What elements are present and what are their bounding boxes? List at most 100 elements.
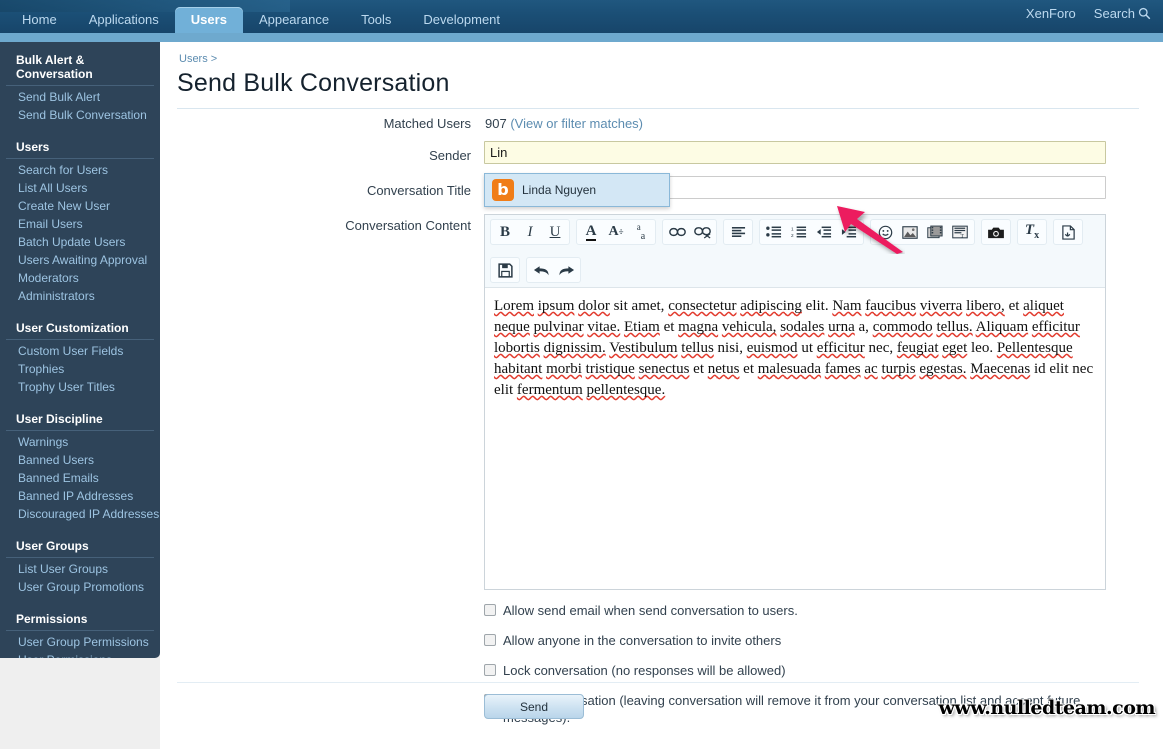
- tab-users[interactable]: Users: [174, 7, 243, 33]
- title-divider: [177, 108, 1139, 109]
- editor-word: consectetur: [668, 298, 737, 314]
- checkbox-label-allow-invite-others[interactable]: Allow anyone in the conversation to invi…: [503, 632, 781, 649]
- numbered-list-icon[interactable]: 12: [787, 221, 811, 243]
- bold-icon[interactable]: B: [493, 221, 517, 243]
- indent-icon[interactable]: [837, 221, 861, 243]
- sender-autocomplete-dropdown: b Linda Nguyen: [484, 173, 670, 207]
- toolbar-group: [526, 257, 581, 283]
- editor-word: Maecenas: [970, 361, 1031, 377]
- sidebar-group: Users Search for Users List All Users Creat…: [0, 137, 160, 305]
- text-align-icon[interactable]: [726, 221, 750, 243]
- editor-word: senectus: [638, 361, 690, 377]
- sidebar-item-email-users[interactable]: Email Users: [0, 215, 160, 233]
- editor-word: aliquet: [1023, 298, 1064, 314]
- svg-text:2: 2: [791, 233, 794, 238]
- toolbar-group: [662, 219, 717, 245]
- toolbar-group: BIU: [490, 219, 570, 245]
- autocomplete-item[interactable]: b Linda Nguyen: [485, 174, 669, 206]
- sidebar-item-send-bulk-conversation[interactable]: Send Bulk Conversation: [0, 106, 160, 124]
- main-content: Users > Send Bulk Conversation Matched U…: [160, 42, 1163, 749]
- rich-text-editor: B I U A A÷ aa 1 2 T Tx Lorem ipsum dolor sit amet…: [484, 214, 1106, 590]
- redo-icon[interactable]: [554, 259, 578, 281]
- font-family-icon[interactable]: aa: [629, 221, 653, 243]
- breadcrumb-users[interactable]: Users >: [179, 53, 217, 65]
- checkbox-label-lock-conversation[interactable]: Lock conversation (no responses will be …: [503, 662, 786, 679]
- sidebar-item-list-user-groups[interactable]: List User Groups: [0, 560, 160, 578]
- sidebar-item-banned-users[interactable]: Banned Users: [0, 451, 160, 469]
- checkbox-label-allow-send-email[interactable]: Allow send email when send conversation …: [503, 602, 798, 619]
- sidebar-group-heading: Users: [6, 137, 154, 159]
- smilie-icon[interactable]: [873, 221, 897, 243]
- checkbox-allow-invite-others[interactable]: [484, 634, 496, 646]
- editor-word: Nam: [832, 298, 862, 314]
- tab-tools[interactable]: Tools: [345, 7, 407, 33]
- top-navigation-bar: Home Applications Users Appearance Tools…: [0, 0, 1163, 33]
- remove-formatting-icon[interactable]: Tx: [1020, 221, 1044, 243]
- sidebar-item-user-group-permissions[interactable]: User Group Permissions: [0, 633, 160, 651]
- editor-word: et: [743, 361, 754, 377]
- sidebar-item-send-bulk-alert[interactable]: Send Bulk Alert: [0, 88, 160, 106]
- italic-icon[interactable]: I: [518, 221, 542, 243]
- xenforo-link[interactable]: XenForo: [1026, 6, 1076, 28]
- nav-right-group: XenForo Search: [1026, 0, 1163, 33]
- xenforo-link-label: XenForo: [1025, 5, 1076, 21]
- text-color-icon[interactable]: A: [579, 221, 603, 243]
- primary-tab-list: Home Applications Users Appearance Tools…: [6, 0, 516, 33]
- editor-word: efficitur: [1031, 319, 1080, 335]
- insert-quote-icon[interactable]: T: [948, 221, 972, 243]
- font-size-icon[interactable]: A÷: [604, 221, 628, 243]
- sidebar-group: Permissions User Group PermissionsUser Pe…: [0, 609, 160, 658]
- sidebar-item-banned-ip-addresses[interactable]: Banned IP Addresses: [0, 487, 160, 505]
- sidebar-item-banned-emails[interactable]: Banned Emails: [0, 469, 160, 487]
- camera-icon[interactable]: [984, 221, 1008, 243]
- sidebar-item-list-all-users[interactable]: List All Users: [0, 179, 160, 197]
- sidebar-group: User Discipline Warnings Banned Users Banne…: [0, 409, 160, 523]
- remove-link-icon[interactable]: [690, 221, 714, 243]
- breadcrumb[interactable]: Users >: [179, 53, 217, 65]
- sidebar-item-create-new-user[interactable]: Create New User: [0, 197, 160, 215]
- sidebar-item-trophy-user-titles[interactable]: Trophy User Titles: [0, 378, 160, 396]
- sidebar-item-discouraged-ip-addresses[interactable]: Discouraged IP Addresses: [0, 505, 160, 523]
- insert-media-icon[interactable]: [923, 221, 947, 243]
- checkbox-lock-conversation[interactable]: [484, 664, 496, 676]
- sidebar-group: User Customization Custom User Fields Trop…: [0, 318, 160, 396]
- insert-link-icon[interactable]: [665, 221, 689, 243]
- tab-home[interactable]: Home: [6, 7, 73, 33]
- tab-applications[interactable]: Applications: [73, 7, 175, 33]
- sidebar-item-administrators[interactable]: Administrators: [0, 287, 160, 305]
- toggle-bbcode-icon[interactable]: [1056, 221, 1080, 243]
- editor-word: neque: [494, 319, 530, 335]
- editor-word: urna: [828, 319, 855, 335]
- sidebar-item-search-for-users[interactable]: Search for Users: [0, 161, 160, 179]
- tab-development[interactable]: Development: [407, 7, 516, 33]
- sidebar-item-warnings[interactable]: Warnings: [0, 433, 160, 451]
- sidebar-item-user-permissions[interactable]: User Permissions: [0, 651, 160, 658]
- sidebar-item-trophies[interactable]: Trophies: [0, 360, 160, 378]
- checkbox-allow-send-email[interactable]: [484, 604, 496, 616]
- underline-icon[interactable]: U: [543, 221, 567, 243]
- watermark: www.nulledteam.com: [938, 697, 1156, 719]
- editor-word: fames: [824, 361, 861, 377]
- editor-toolbar: B I U A A÷ aa 1 2 T Tx: [485, 215, 1105, 288]
- sidebar-item-user-group-promotions[interactable]: User Group Promotions: [0, 578, 160, 596]
- sidebar-item-users-awaiting-approval[interactable]: Users Awaiting Approval: [0, 251, 160, 269]
- bullet-list-icon[interactable]: [762, 221, 786, 243]
- search-link[interactable]: Search: [1094, 6, 1151, 28]
- toolbar-group: A A÷ aa: [576, 219, 656, 245]
- matched-users-count: 907: [485, 116, 507, 131]
- option-row: Allow anyone in the conversation to invi…: [484, 632, 1124, 649]
- sender-input[interactable]: [484, 141, 1106, 164]
- send-button[interactable]: Send: [484, 694, 584, 719]
- tab-appearance[interactable]: Appearance: [243, 7, 345, 33]
- outdent-icon[interactable]: [812, 221, 836, 243]
- sidebar-item-custom-user-fields[interactable]: Custom User Fields: [0, 342, 160, 360]
- sidebar-item-batch-update-users[interactable]: Batch Update Users: [0, 233, 160, 251]
- sidebar-item-moderators[interactable]: Moderators: [0, 269, 160, 287]
- avatar: b: [492, 179, 514, 201]
- save-draft-icon[interactable]: [493, 259, 517, 281]
- editor-content-area[interactable]: Lorem ipsum dolor sit amet, consectetur …: [485, 288, 1105, 595]
- undo-icon[interactable]: [529, 259, 553, 281]
- view-or-filter-matches-link[interactable]: (View or filter matches): [510, 116, 643, 131]
- insert-image-icon[interactable]: [898, 221, 922, 243]
